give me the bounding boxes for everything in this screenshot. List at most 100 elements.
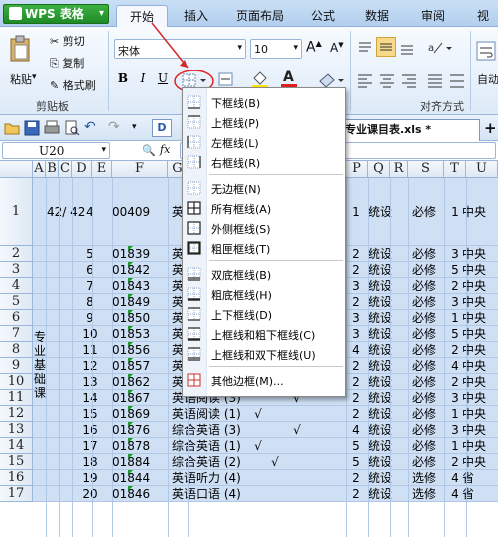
cell-d[interactable]: 15 [72,406,108,423]
cell-q[interactable]: 统设 [368,310,398,327]
open-icon[interactable] [4,120,20,136]
cell-s[interactable]: 必修 [408,454,440,471]
cell-p[interactable]: 4 [346,422,366,439]
cell-s[interactable]: 必修 [408,310,440,327]
cell-s[interactable]: 必修 [408,342,440,359]
cell-h[interactable]: √ [268,454,282,471]
new-tab-icon[interactable]: + [484,119,497,137]
row-header[interactable]: 16 [0,470,33,486]
menu-item-top-double-bottom-border[interactable]: 上框线和双下框线(U) [183,344,345,364]
cell-s[interactable]: 必修 [408,326,440,343]
cell-p[interactable]: 3 [346,278,366,295]
cell-q[interactable]: 统设 [368,204,398,221]
cell-p[interactable]: 2 [346,246,366,263]
cell-p[interactable]: 4 [346,342,366,359]
cell-s[interactable]: 必修 [408,406,440,423]
menu-item-thick-box-border[interactable]: 粗匣框线(T) [183,238,345,258]
cell-u[interactable]: 省 [462,486,498,503]
cell-d[interactable]: 7 [72,278,108,295]
menu-item-no-border[interactable]: 无边框(N) [183,178,345,198]
cell-f[interactable]: 综合英语 (2) [172,454,256,471]
grow-font-button[interactable]: A▲ [306,39,322,56]
menu-item-more-borders[interactable]: 其他边框(M)... [183,370,345,390]
cell-u[interactable]: 中央 [462,454,498,471]
cell-d[interactable]: 10 [72,326,108,343]
row-header[interactable]: 6 [0,310,33,326]
cell-e[interactable]: 01884 [112,454,164,471]
align-middle-icon[interactable] [376,37,396,57]
copy-button[interactable]: ⎘ 复制 [50,55,84,71]
cell-e[interactable]: 01856 [112,342,164,359]
cell-g[interactable]: √ [252,406,264,423]
cell-q[interactable]: 统设 [368,374,398,391]
column-header[interactable]: P [346,161,368,178]
row-header[interactable]: 10 [0,374,33,390]
column-header[interactable]: D [72,161,92,178]
column-header[interactable]: U [466,161,498,178]
cell-t[interactable]: 1 [448,438,462,455]
cell-e[interactable]: 01862 [112,374,164,391]
cell-e[interactable]: 00409 [112,204,164,221]
cell-t[interactable]: 4 [448,358,462,375]
cell-s[interactable]: 必修 [408,278,440,295]
cell-s[interactable]: 必修 [408,294,440,311]
align-bottom-icon[interactable] [398,39,418,57]
cell-t[interactable]: 3 [448,422,462,439]
cell-u[interactable]: 中央 [462,310,498,327]
tab-page-layout[interactable]: 页面布局 [228,5,292,27]
row-header[interactable]: 4 [0,278,33,294]
name-box[interactable]: U20 ▾ [2,142,110,159]
chevron-down-icon[interactable]: ▾ [32,72,37,82]
cell-f[interactable]: 综合英语 (3) [172,422,256,439]
column-header[interactable]: B [46,161,59,178]
cell-p[interactable]: 2 [346,358,366,375]
cell-s[interactable]: 必修 [408,204,440,221]
fill-color-icon[interactable] [250,69,272,89]
cell-t[interactable]: 3 [448,294,462,311]
sheet-tab-partial[interactable]: D [152,119,172,137]
menu-item-outside-borders[interactable]: 外侧框线(S) [183,218,345,238]
cell-t[interactable]: 5 [448,326,462,343]
select-all-corner[interactable] [0,161,33,178]
row-header[interactable]: 12 [0,406,33,422]
cell-d[interactable]: 11 [72,342,108,359]
column-header[interactable]: S [408,161,444,178]
cell-d[interactable]: 12 [72,358,108,375]
cell-d[interactable]: 20 [72,486,108,503]
cell-u[interactable]: 中央 [462,342,498,359]
cell-q[interactable]: 统设 [368,422,398,439]
cell-t[interactable]: 5 [448,262,462,279]
font-color-icon[interactable]: A [280,67,302,87]
cell-s[interactable]: 选修 [408,486,440,503]
cell-u[interactable]: 中央 [462,438,498,455]
orientation-icon[interactable]: a [426,39,454,57]
cell-q[interactable]: 统设 [368,342,398,359]
cell-s[interactable]: 必修 [408,422,440,439]
cell-u[interactable]: 中央 [462,204,498,221]
cell-t[interactable]: 1 [448,310,462,327]
cell-e[interactable]: 01876 [112,422,164,439]
column-header[interactable]: R [390,161,408,178]
cell-u[interactable]: 中央 [462,278,498,295]
cell-s[interactable]: 必修 [408,438,440,455]
menu-item-all-borders[interactable]: 所有框线(A) [183,198,345,218]
tab-view[interactable]: 视 [468,5,498,27]
cell-e[interactable]: 01878 [112,438,164,455]
print-preview-icon[interactable] [64,120,80,136]
cell-q[interactable]: 统设 [368,326,398,343]
cell-e[interactable]: 01839 [112,246,164,263]
redo-icon[interactable]: ↷ [108,119,120,135]
cell-e[interactable]: 01869 [112,406,164,423]
align-top-icon[interactable] [356,39,376,57]
cell-t[interactable]: 2 [448,374,462,391]
cell-t[interactable]: 3 [448,390,462,407]
distribute-icon[interactable] [448,71,466,89]
cell-p[interactable]: 3 [346,310,366,327]
cell-t[interactable]: 4 [448,470,462,487]
cell-f[interactable]: 英语口语 (4) [172,486,256,503]
undo-icon[interactable]: ↶ [84,119,96,135]
zoom-icon[interactable]: 🔍 [142,144,156,157]
fx-button[interactable]: fx [160,143,170,156]
cell-q[interactable]: 统设 [368,262,398,279]
align-left-icon[interactable] [356,71,374,89]
